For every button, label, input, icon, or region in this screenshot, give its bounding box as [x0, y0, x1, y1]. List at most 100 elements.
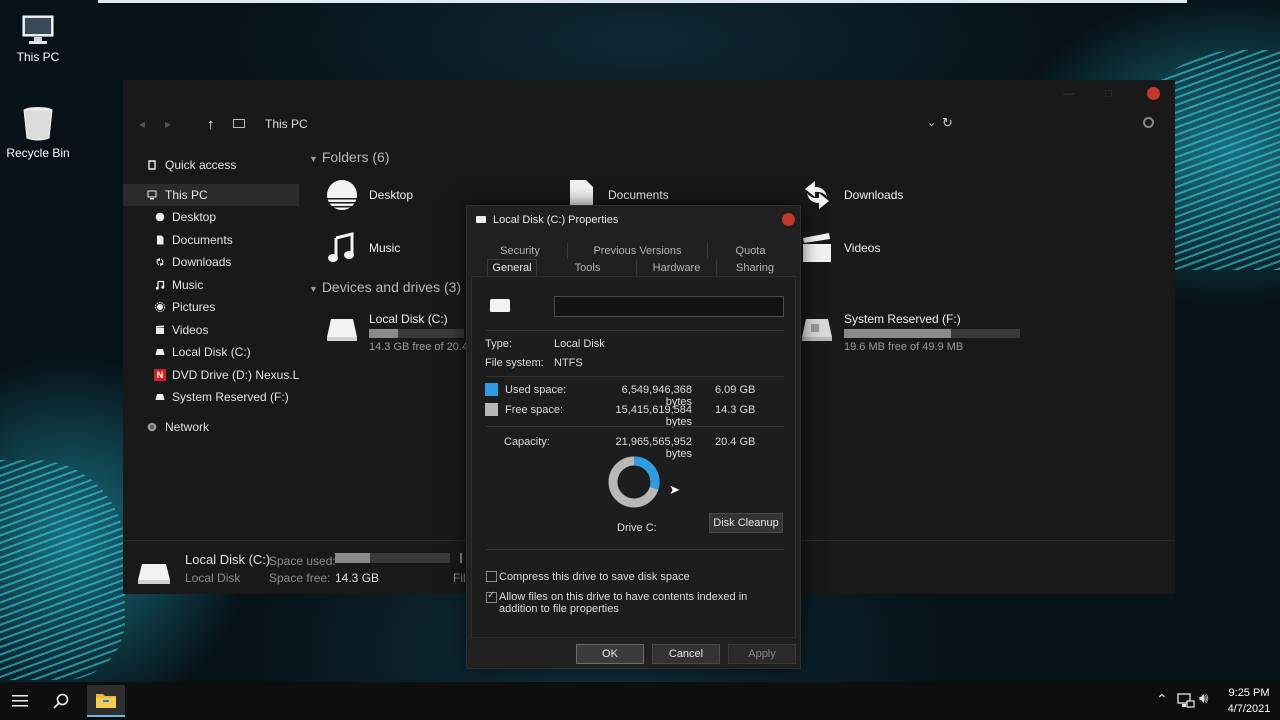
- desktop-icon-label: This PC: [16, 50, 60, 64]
- refresh-icon[interactable]: ↻: [942, 115, 953, 131]
- drive-c-label: Drive C:: [617, 522, 657, 534]
- drive-icon: [490, 299, 510, 312]
- file-explorer-icon: [96, 694, 116, 708]
- details-truncated-label: Fil: [453, 571, 466, 585]
- computer-icon: [22, 15, 54, 44]
- sidebar-item-downloads[interactable]: Downloads: [123, 251, 299, 273]
- file-system-value: NTFS: [554, 357, 583, 369]
- sidebar-item-quick-access[interactable]: Quick access: [123, 154, 299, 176]
- folder-tile-downloads[interactable]: Downloads: [801, 175, 1021, 219]
- videos-folder-icon: [803, 233, 831, 262]
- compress-drive-checkbox[interactable]: [486, 571, 497, 582]
- divider: [486, 330, 784, 331]
- tab-security[interactable]: Security: [473, 243, 568, 259]
- dialog-title: Local Disk (C:) Properties: [493, 214, 619, 226]
- space-used-bar: [335, 553, 450, 563]
- sidebar-item-videos[interactable]: Videos: [123, 319, 299, 341]
- drive-icon: [802, 319, 832, 341]
- divider: [486, 376, 784, 377]
- drive-label-input[interactable]: [554, 296, 784, 317]
- up-arrow-icon[interactable]: ↑: [207, 116, 215, 133]
- sidebar-item-desktop[interactable]: Desktop: [123, 206, 299, 228]
- free-space-label: Free space:: [505, 404, 564, 416]
- close-icon[interactable]: [782, 213, 795, 226]
- tab-hardware[interactable]: Hardware: [637, 260, 717, 276]
- space-free-label: Space free:: [269, 571, 331, 585]
- tab-general[interactable]: General: [487, 259, 537, 277]
- music-icon: [155, 280, 165, 290]
- tab-quota[interactable]: Quota: [708, 243, 793, 259]
- volume-icon[interactable]: 🔊︎: [1199, 690, 1208, 707]
- compress-drive-label[interactable]: Compress this drive to save disk space: [499, 571, 690, 583]
- drive-icon: [476, 216, 486, 223]
- network-icon[interactable]: [1177, 693, 1195, 709]
- sidebar-item-local-disk-c[interactable]: Local Disk (C:): [123, 341, 299, 363]
- desktop-icon-recycle-bin[interactable]: Recycle Bin: [0, 104, 76, 160]
- index-contents-checkbox[interactable]: [486, 590, 497, 603]
- cancel-button[interactable]: Cancel: [652, 644, 720, 664]
- divider: [486, 549, 784, 550]
- pictures-icon: [155, 302, 165, 312]
- explorer-toolbar: ◂ ▸ ↑ This PC ⌄ ↻ — □: [123, 80, 1175, 152]
- close-icon[interactable]: [1147, 87, 1160, 100]
- downloads-icon: [156, 258, 164, 266]
- search-icon[interactable]: [1143, 117, 1154, 128]
- mouse-cursor: ➤: [669, 482, 680, 497]
- sidebar-item-network[interactable]: Network: [123, 416, 299, 438]
- tab-previous-versions[interactable]: Previous Versions: [568, 243, 708, 259]
- drive-tile-local-disk-c[interactable]: Local Disk (C:) 14.3 GB free of 20.4: [326, 309, 486, 353]
- quick-access-icon: [148, 160, 156, 170]
- free-space-swatch: [485, 403, 498, 416]
- minimize-icon[interactable]: —: [1063, 88, 1074, 100]
- drive-usage-fill: [369, 329, 398, 338]
- sidebar-item-pictures[interactable]: Pictures: [123, 296, 299, 318]
- maximize-icon[interactable]: □: [1105, 88, 1112, 100]
- drive-icon: [155, 349, 165, 355]
- file-system-label: File system:: [485, 357, 544, 369]
- forward-arrow-icon[interactable]: ▸: [165, 117, 171, 131]
- taskbar-clock-time[interactable]: 9:25 PM: [1224, 687, 1274, 699]
- tab-tools[interactable]: Tools: [539, 260, 637, 276]
- chevron-up-icon[interactable]: ⌃: [1156, 691, 1168, 708]
- breadcrumb[interactable]: This PC: [265, 117, 308, 131]
- sidebar-item-this-pc[interactable]: This PC: [123, 184, 299, 206]
- folders-group-header[interactable]: ▼ Folders (6): [309, 149, 390, 165]
- document-icon: [157, 235, 164, 245]
- sidebar-item-music[interactable]: Music: [123, 274, 299, 296]
- chevron-down-icon: ▼: [309, 284, 318, 294]
- taskbar-clock-date[interactable]: 4/7/2021: [1224, 703, 1274, 715]
- ok-button[interactable]: OK: [576, 644, 644, 664]
- sidebar-item-system-reserved-f[interactable]: System Reserved (F:): [123, 386, 299, 408]
- drive-icon: [327, 319, 357, 341]
- recycle-bin-icon: [23, 107, 53, 141]
- free-space-bytes: 15,415,619,584 bytes: [615, 404, 692, 428]
- start-menu-icon[interactable]: [12, 694, 28, 708]
- apply-button[interactable]: Apply: [728, 644, 796, 664]
- downloads-folder-icon: [805, 181, 829, 209]
- chevron-down-icon[interactable]: ⌄: [927, 116, 936, 129]
- drive-usage-bar: [369, 329, 464, 338]
- sidebar-item-dvd-drive-d[interactable]: N DVD Drive (D:) Nexus.Lite: [123, 364, 299, 386]
- type-value: Local Disk: [554, 338, 605, 350]
- chevron-down-icon: ▼: [309, 154, 318, 164]
- drive-tile-system-reserved-f[interactable]: System Reserved (F:) 19.6 MB free of 49.…: [801, 309, 1031, 353]
- details-drive-type: Local Disk: [185, 571, 241, 585]
- folder-tile-videos[interactable]: Videos: [801, 228, 1021, 272]
- disk-cleanup-button[interactable]: Disk Cleanup: [709, 513, 783, 533]
- window-top-edge: [98, 0, 1187, 3]
- computer-icon: [233, 119, 245, 128]
- dvd-drive-icon: N: [154, 369, 166, 381]
- devices-group-header[interactable]: ▼ Devices and drives (3): [309, 279, 461, 295]
- tab-sharing[interactable]: Sharing: [717, 260, 793, 276]
- index-contents-label[interactable]: Allow files on this drive to have conten…: [499, 591, 784, 615]
- music-folder-icon: [328, 232, 354, 262]
- capacity-gb: 20.4 GB: [715, 436, 756, 448]
- used-space-label: Used space:: [505, 384, 567, 396]
- search-icon[interactable]: [53, 693, 69, 709]
- desktop-icon-this-pc[interactable]: This PC: [0, 14, 76, 64]
- file-explorer-taskbar-button[interactable]: [87, 685, 125, 717]
- back-arrow-icon[interactable]: ◂: [139, 117, 145, 131]
- sidebar-item-documents[interactable]: Documents: [123, 229, 299, 251]
- free-space-gb: 14.3 GB: [715, 404, 756, 416]
- drive-icon: [155, 394, 165, 400]
